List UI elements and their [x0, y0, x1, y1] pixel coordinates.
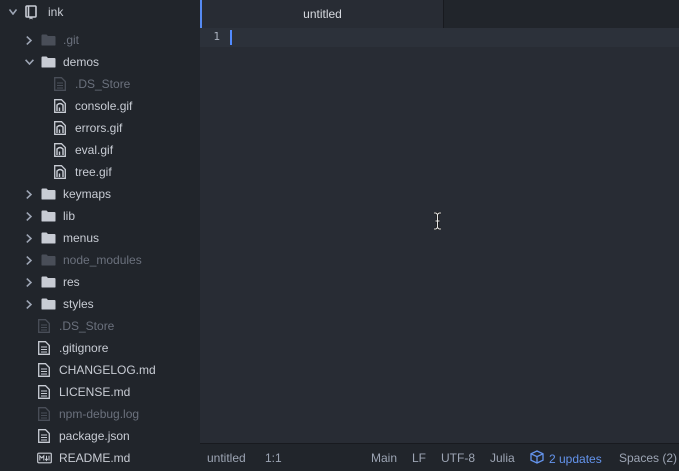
chevron-down-icon [8, 7, 18, 17]
tree-item-label: .DS_Store [59, 319, 115, 333]
editor-pane[interactable]: 1 [200, 28, 679, 443]
file-text-icon [36, 363, 52, 377]
tree-folder[interactable]: menus [0, 227, 200, 249]
image-file-icon [52, 143, 68, 157]
folder-icon [40, 33, 56, 47]
repo-icon [24, 4, 38, 19]
tree-item-label: lib [63, 209, 76, 223]
package-icon [530, 450, 549, 467]
tree-item-label: LICENSE.md [59, 385, 131, 399]
chevron-right-icon[interactable] [24, 233, 34, 243]
image-file-icon [52, 99, 68, 113]
status-bar: untitled 1:1 Main LF UTF-8 Julia 2 updat… [200, 443, 679, 471]
tree-item-label: res [63, 275, 80, 289]
current-line-highlight [200, 28, 679, 47]
tree-folder[interactable]: .git [0, 29, 200, 51]
text-cursor [230, 30, 232, 45]
tree-folder[interactable]: node_modules [0, 249, 200, 271]
status-grammar[interactable]: Julia [490, 451, 515, 465]
folder-icon [40, 55, 56, 69]
file-text-icon [36, 319, 52, 333]
file-text-icon [52, 77, 68, 91]
file-text-icon [36, 429, 52, 443]
line-number: 1 [213, 30, 220, 43]
status-line-ending[interactable]: LF [412, 451, 426, 465]
tree-item-label: tree.gif [75, 165, 112, 179]
tree-file[interactable]: CHANGELOG.md [0, 359, 200, 381]
tree-file[interactable]: README.md [0, 447, 200, 469]
chevron-right-icon[interactable] [24, 255, 34, 265]
tree-item-label: README.md [59, 451, 131, 465]
tree-item-label: package.json [59, 429, 130, 443]
markdown-file-icon [36, 451, 52, 465]
tree-item-label: .git [63, 33, 80, 47]
tree-item-label: demos [63, 55, 100, 69]
chevron-right-icon[interactable] [24, 211, 34, 221]
folder-icon [40, 275, 56, 289]
tree-item-label: styles [63, 297, 94, 311]
tree-root[interactable]: ink [0, 1, 200, 23]
tree-file[interactable]: LICENSE.md [0, 381, 200, 403]
tree-file[interactable]: npm-debug.log [0, 403, 200, 425]
tree-item-label: .gitignore [59, 341, 109, 355]
image-file-icon [52, 165, 68, 179]
chevron-right-icon[interactable] [24, 299, 34, 309]
ibeam-cursor-icon [433, 211, 442, 233]
chevron-right-icon[interactable] [24, 35, 34, 45]
file-text-icon [36, 407, 52, 421]
tree-file[interactable]: .DS_Store [0, 315, 200, 337]
tab-untitled[interactable]: untitled [200, 0, 443, 28]
tree-file[interactable]: errors.gif [0, 117, 200, 139]
folder-icon [40, 253, 56, 267]
tree-folder[interactable]: styles [0, 293, 200, 315]
folder-icon [40, 209, 56, 223]
status-indentation[interactable]: Spaces (2) [619, 451, 677, 465]
tree-folder[interactable]: demos [0, 51, 200, 73]
tree-item-label: keymaps [63, 187, 112, 201]
folder-icon [40, 297, 56, 311]
tree-item-label: CHANGELOG.md [59, 363, 156, 377]
tree-item-label: .DS_Store [75, 77, 131, 91]
tree-item-label: errors.gif [75, 121, 123, 135]
folder-icon [40, 231, 56, 245]
folder-icon [40, 187, 56, 201]
tree-item-label: menus [63, 231, 100, 245]
tree-item-label: node_modules [63, 253, 142, 267]
status-file-name[interactable]: untitled [207, 451, 246, 465]
file-text-icon [36, 385, 52, 399]
tab-divider [443, 0, 444, 28]
chevron-right-icon[interactable] [24, 189, 34, 199]
status-branch[interactable]: Main [371, 451, 397, 465]
project-name: ink [48, 5, 64, 19]
tree-item-label: npm-debug.log [59, 407, 140, 421]
tree-view: ink .git demos .DS_Store console.gif errors.… [0, 0, 200, 471]
status-encoding[interactable]: UTF-8 [441, 451, 475, 465]
file-text-icon [36, 341, 52, 355]
tree-file[interactable]: console.gif [0, 95, 200, 117]
tree-item-label: console.gif [75, 99, 133, 113]
status-cursor-position[interactable]: 1:1 [265, 451, 282, 465]
image-file-icon [52, 121, 68, 135]
tree-item-label: eval.gif [75, 143, 114, 157]
updates-label: 2 updates [549, 451, 602, 466]
tree-file[interactable]: package.json [0, 425, 200, 447]
status-updates[interactable]: 2 updates [530, 450, 602, 467]
tab-label: untitled [303, 7, 342, 21]
tab-bar: untitled [200, 0, 679, 28]
tree-file[interactable]: tree.gif [0, 161, 200, 183]
tree-file[interactable]: .gitignore [0, 337, 200, 359]
tree-folder[interactable]: lib [0, 205, 200, 227]
chevron-right-icon[interactable] [24, 277, 34, 287]
tree-folder[interactable]: keymaps [0, 183, 200, 205]
chevron-down-icon[interactable] [24, 57, 34, 67]
tree-folder[interactable]: res [0, 271, 200, 293]
tree-file[interactable]: eval.gif [0, 139, 200, 161]
tree-file[interactable]: .DS_Store [0, 73, 200, 95]
